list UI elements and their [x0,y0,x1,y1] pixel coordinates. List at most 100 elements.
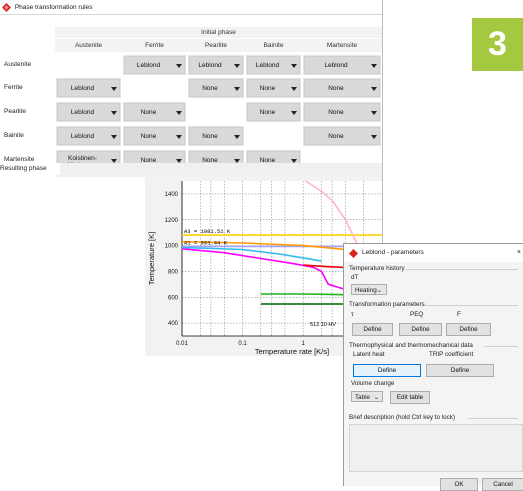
close-icon[interactable]: × [517,244,521,262]
rule-combo[interactable]: Leblond [57,79,120,97]
y-tick-label: 400 [168,321,179,327]
rule-dropdown[interactable]: Leblond [302,54,382,76]
rule-combo[interactable]: Leblond [124,56,185,74]
initial-phase-header: Initial phase [55,27,382,38]
rule-value: Leblond [125,57,172,73]
chevron-down-icon [291,64,297,68]
x-tick-label: 0.01 [176,341,188,347]
rule-combo[interactable]: None [189,127,243,145]
brief-description-field[interactable] [349,424,523,472]
define-trip-button[interactable]: Define [426,364,494,377]
rule-dropdown[interactable]: None [302,101,382,123]
rule-combo[interactable]: Leblond [247,56,300,74]
rule-combo[interactable]: None [124,127,185,145]
rule-combo[interactable]: None [124,103,185,121]
rule-dropdown[interactable]: None [122,101,187,123]
chevron-down-icon [234,135,240,139]
rule-value: None [190,80,230,96]
rule-dropdown[interactable]: Leblond [245,54,302,76]
column-header: Ferrite [122,39,187,52]
empty-cell [245,125,302,147]
resulting-band [55,163,382,177]
define-peq-button[interactable]: Define [399,323,442,336]
temp-history-label: Temperature history [349,265,405,272]
row-header: Austenite [0,53,55,77]
volume-select[interactable]: Table ⌄ [351,391,383,402]
rule-dropdown[interactable]: None [302,125,382,147]
app-logo-icon [2,3,11,12]
column-header: Pearlite [187,39,245,52]
divider [468,418,518,419]
chevron-down-icon [371,64,377,68]
rule-dropdown[interactable]: None [122,125,187,147]
rule-combo[interactable]: None [304,103,380,121]
rule-combo[interactable]: Leblond [189,56,243,74]
dt-label: dT [351,274,358,281]
rule-combo[interactable]: Leblond [57,103,120,121]
rule-combo[interactable]: None [304,127,380,145]
chevron-down-icon [176,111,182,115]
rule-combo[interactable]: Leblond [57,127,120,145]
rule-value: None [305,80,367,96]
rule-value: None [248,104,287,120]
rule-dropdown[interactable]: None [187,125,245,147]
rule-dropdown[interactable]: Leblond [187,54,245,76]
window-title: Phase transformation rules [15,4,93,11]
y-tick-label: 1000 [165,244,179,250]
rule-value: None [248,80,287,96]
rule-dropdown[interactable]: Leblond [122,54,187,76]
heating-value: Heating [355,287,377,294]
chevron-down-icon [371,87,377,91]
chevron-down-icon [234,87,240,91]
rule-dropdown[interactable]: None [245,77,302,99]
heating-select[interactable]: Heating ⌄ [351,284,387,295]
divider [0,14,383,15]
empty-cell [122,77,187,99]
rule-combo[interactable]: None [247,79,300,97]
edit-table-button[interactable]: Edit table [390,391,430,404]
chevron-down-icon [111,87,117,91]
rule-dropdown[interactable]: Leblond [55,101,122,123]
dialog-title-bar: Leblond - parameters × [344,244,523,262]
define-f-button[interactable]: Define [446,323,491,336]
chevron-down-icon [371,111,377,115]
chevron-down-icon [176,135,182,139]
column-header: Bainite [245,39,302,52]
hardness-annotation: 512.10 HV [310,322,336,328]
y-tick-label: 1200 [165,218,179,224]
rule-value: Leblond [248,57,287,73]
rule-combo[interactable]: None [304,79,380,97]
a3-annotation: A3 = 1081.51 K [184,228,231,235]
chevron-down-icon [111,135,117,139]
rule-combo[interactable]: None [247,103,300,121]
empty-cell [187,101,245,123]
y-axis-label: Temperature [K] [147,232,156,285]
row-header: Bainite [0,124,55,148]
rule-combo[interactable]: Leblond [304,56,380,74]
rule-dropdown[interactable]: None [245,101,302,123]
empty-cell [55,54,122,76]
a1-annotation: A1 = 993.44 K [184,239,228,246]
rule-value: Leblond [58,128,107,144]
rule-combo[interactable]: None [189,79,243,97]
chevron-down-icon [234,64,240,68]
define-tau-button[interactable]: Define [352,323,393,336]
chevron-down-icon [176,64,182,68]
thermo-label: Thermophysical and thermomechanical data [349,342,473,349]
rule-dropdown[interactable]: Leblond [55,125,122,147]
rule-dropdown[interactable]: None [302,77,382,99]
chevron-down-icon [371,135,377,139]
y-tick-label: 1400 [165,192,179,198]
chevron-down-icon: ⌄ [374,392,379,403]
column-header: Austenite [55,39,122,52]
rule-dropdown[interactable]: Leblond [55,77,122,99]
chevron-down-icon [111,111,117,115]
volume-change-label: Volume change [351,380,394,387]
leblond-dialog: Leblond - parameters × Temperature histo… [343,243,523,486]
rule-value: None [125,104,172,120]
rule-dropdown[interactable]: None [187,77,245,99]
volume-value: Table [355,394,370,401]
chevron-down-icon: ⌄ [377,285,382,296]
define-latent-heat-button[interactable]: Define [353,364,421,377]
trans-params-label: Transformation parameters [349,301,425,308]
